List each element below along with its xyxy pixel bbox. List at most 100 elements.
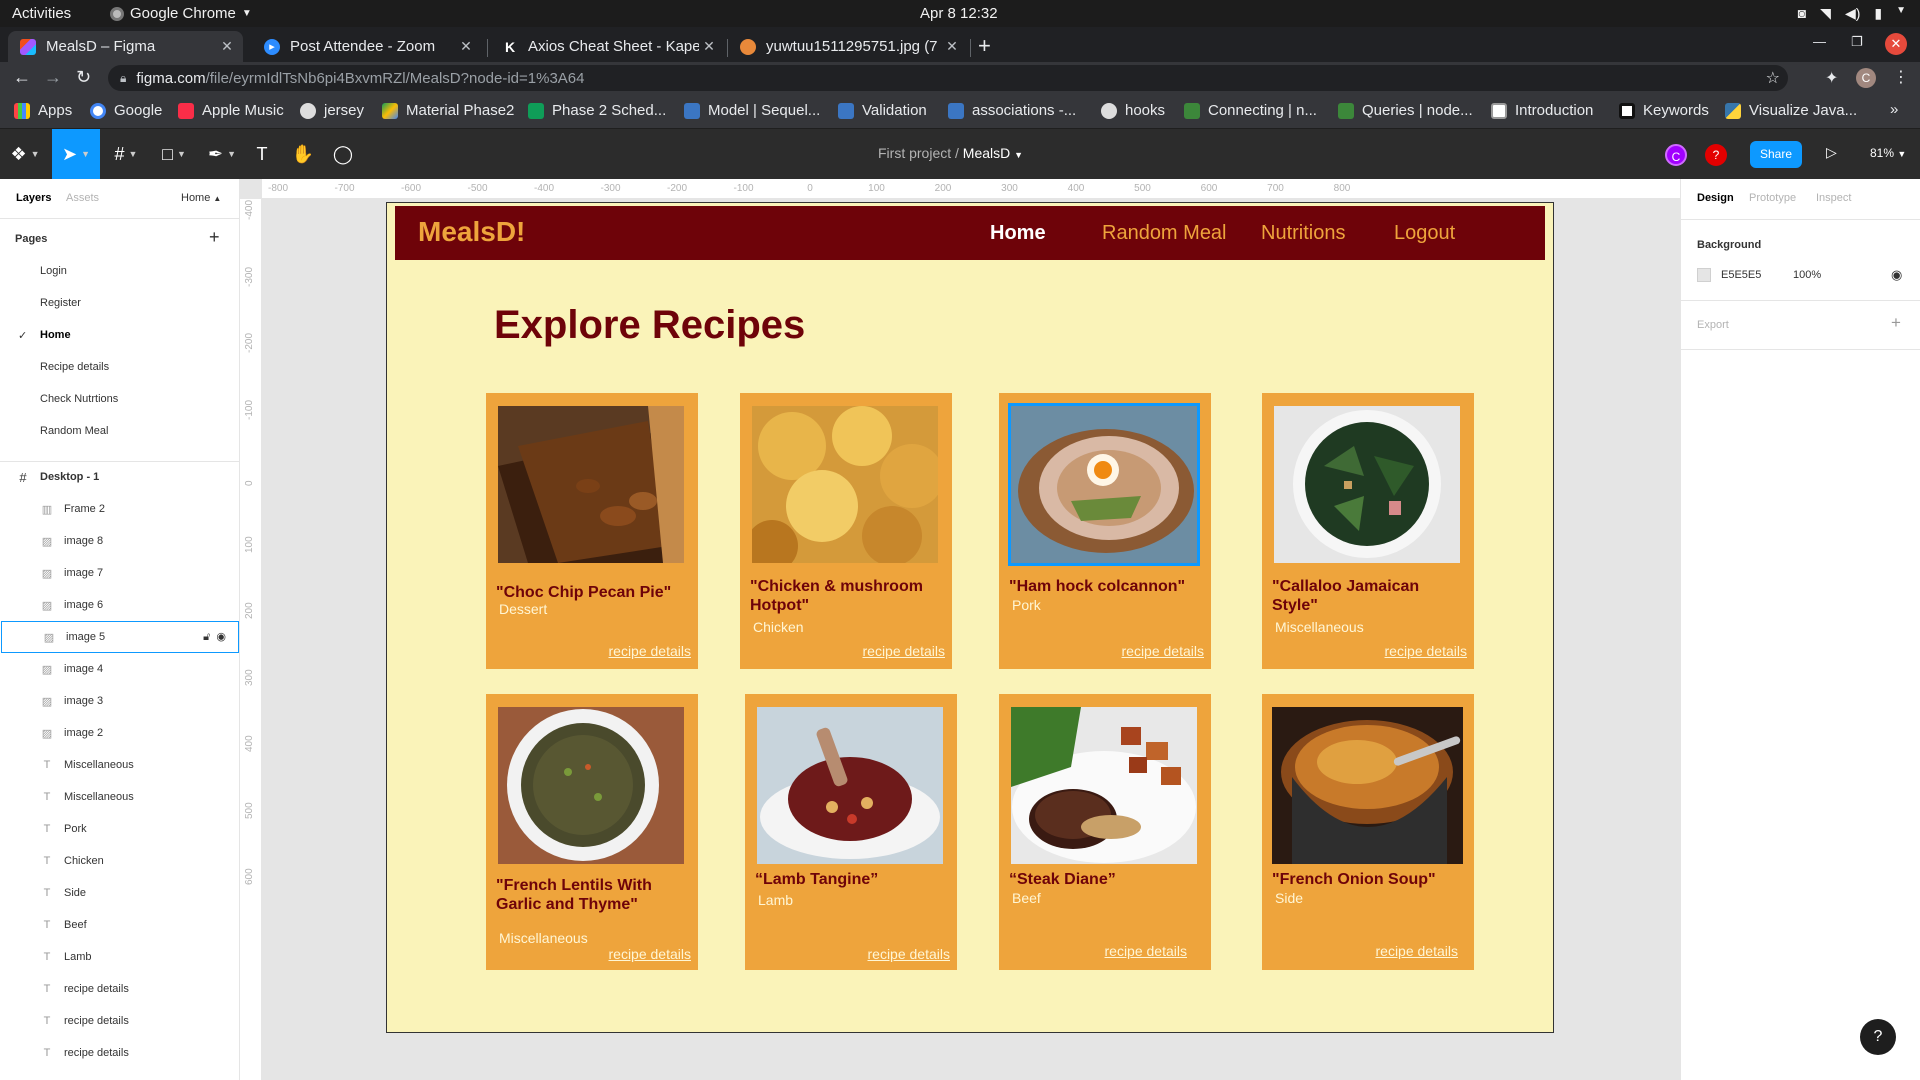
nav-home[interactable]: Home: [990, 222, 1046, 245]
reload-icon[interactable]: ↻: [76, 67, 91, 88]
recipe-card[interactable]: "Choc Chip Pecan Pie" Dessert recipe det…: [486, 393, 698, 669]
new-tab-button[interactable]: +: [978, 33, 991, 59]
system-tray[interactable]: ◙ ◥ ◀) ▮ ▼: [1798, 5, 1906, 22]
chevron-down-icon[interactable]: ▼: [1896, 5, 1906, 22]
chevron-right-icon[interactable]: »: [1890, 101, 1898, 118]
layer-item-selected[interactable]: ▨ image 5 🔓︎ ◉: [1, 621, 239, 653]
close-icon[interactable]: ✕: [699, 38, 719, 55]
page-random-meal[interactable]: Random Meal: [40, 425, 108, 437]
lamb-tagine-image[interactable]: [757, 707, 943, 864]
close-icon[interactable]: ✕: [942, 38, 962, 55]
share-button[interactable]: Share: [1750, 141, 1802, 168]
site-logo[interactable]: MealsD!: [418, 216, 525, 248]
lock-icon[interactable]: 🔒︎: [120, 71, 126, 86]
bookmark-material[interactable]: Material Phase2: [382, 102, 514, 119]
bookmark-visualize[interactable]: Visualize Java...: [1725, 102, 1857, 119]
recipe-details-link[interactable]: recipe details: [1105, 943, 1188, 959]
activities-button[interactable]: Activities: [12, 5, 71, 22]
bookmark-sequelize[interactable]: Model | Sequel...: [684, 102, 820, 119]
recipe-details-link[interactable]: recipe details: [609, 643, 692, 659]
page-home[interactable]: Home: [40, 329, 71, 341]
add-page-icon[interactable]: +: [209, 227, 220, 248]
collaborator-avatar[interactable]: C: [1665, 144, 1687, 166]
bookmark-keywords[interactable]: Keywords: [1619, 102, 1709, 119]
recipe-card[interactable]: "French Lentils With Garlic and Thyme" M…: [486, 694, 698, 970]
file-breadcrumb[interactable]: First project / MealsD ▼: [878, 145, 1023, 161]
pecan-pie-image[interactable]: [498, 406, 684, 563]
recipe-card[interactable]: "Callaloo Jamaican Style" Miscellaneous …: [1262, 393, 1474, 669]
chevron-down-icon[interactable]: ▼: [1014, 150, 1023, 160]
battery-icon[interactable]: ▮: [1874, 5, 1882, 22]
window-close-button[interactable]: ✕: [1885, 33, 1907, 55]
layer-item[interactable]: ▨ image 3: [0, 685, 240, 717]
layer-item[interactable]: T Miscellaneous: [0, 749, 240, 781]
layer-item[interactable]: Trecipe details: [0, 1005, 240, 1037]
callaloo-image[interactable]: [1274, 406, 1460, 563]
tab-inspect[interactable]: Inspect: [1816, 192, 1851, 204]
kebab-menu-icon[interactable]: ⋮: [1893, 67, 1909, 87]
hotpot-image[interactable]: [752, 406, 938, 563]
nav-nutritions[interactable]: Nutritions: [1261, 222, 1345, 245]
recipe-details-link[interactable]: recipe details: [1385, 643, 1468, 659]
page-check-nutrtions[interactable]: Check Nutrtions: [40, 393, 118, 405]
tab-layers[interactable]: Layers: [16, 192, 51, 204]
file-name[interactable]: MealsD: [963, 145, 1010, 161]
lentils-image[interactable]: [498, 707, 684, 864]
star-icon[interactable]: ☆: [1766, 68, 1780, 88]
help-button[interactable]: ?: [1860, 1019, 1896, 1055]
bookmark-phase2[interactable]: Phase 2 Sched...: [528, 102, 666, 119]
layer-item[interactable]: Trecipe details: [0, 973, 240, 1005]
bookmark-apple-music[interactable]: Apple Music: [178, 102, 284, 119]
bookmark-hooks[interactable]: hooks: [1101, 102, 1165, 119]
layer-item[interactable]: ▨ image 2: [0, 717, 240, 749]
recipe-details-link[interactable]: recipe details: [609, 946, 692, 962]
design-canvas[interactable]: -800 -700 -600 -500 -400 -300 -200 -100 0 100 200 3…: [240, 179, 1680, 1080]
discord-icon[interactable]: ◙: [1798, 5, 1806, 22]
tab-assets[interactable]: Assets: [66, 192, 99, 204]
project-name[interactable]: First project: [878, 145, 951, 161]
recipe-card[interactable]: "French Onion Soup" Side recipe details: [1262, 694, 1474, 970]
shape-tool-icon[interactable]: □ ▼: [152, 129, 196, 179]
forward-arrow-icon[interactable]: →: [44, 67, 62, 88]
recipe-details-link[interactable]: recipe details: [863, 643, 946, 659]
lock-icon[interactable]: 🔓︎: [203, 631, 210, 643]
recipe-details-link[interactable]: recipe details: [1122, 643, 1205, 659]
present-play-icon[interactable]: ▷: [1826, 144, 1837, 161]
steak-image[interactable]: [1011, 707, 1197, 864]
tab-image[interactable]: yuwtuu1511295751.jpg (7 ✕: [728, 31, 968, 62]
page-register[interactable]: Register: [40, 297, 81, 309]
close-icon[interactable]: ✕: [456, 38, 476, 55]
frame-tool-icon[interactable]: # ▼: [104, 129, 148, 179]
recipe-card[interactable]: “Lamb Tangine” Lamb recipe details: [745, 694, 957, 970]
back-arrow-icon[interactable]: ←: [13, 67, 31, 88]
comment-tool-icon[interactable]: ◯: [326, 129, 360, 179]
collaborator-avatar[interactable]: ?: [1705, 144, 1727, 166]
wifi-icon[interactable]: ◥: [1820, 5, 1831, 22]
bookmark-introduction[interactable]: Introduction: [1491, 102, 1593, 119]
tab-zoom[interactable]: ▸ Post Attendee - Zoom ✕: [252, 31, 482, 62]
layer-item[interactable]: Trecipe details: [0, 1037, 240, 1069]
minimize-icon[interactable]: —: [1813, 34, 1826, 49]
tab-prototype[interactable]: Prototype: [1749, 192, 1796, 204]
restore-icon[interactable]: ❐: [1851, 34, 1863, 50]
eye-icon[interactable]: ◉: [1891, 267, 1902, 283]
eye-icon[interactable]: ◉: [216, 631, 226, 643]
desktop-frame[interactable]: MealsD! Home Random Meal Nutritions Logo…: [386, 202, 1554, 1033]
layer-item[interactable]: ▨ image 8: [0, 525, 240, 557]
clock[interactable]: Apr 8 12:32: [920, 5, 998, 22]
recipe-card[interactable]: "Chicken & mushroom Hotpot" Chicken reci…: [740, 393, 952, 669]
app-menu[interactable]: Google Chrome ▼: [110, 5, 252, 22]
bookmark-queries[interactable]: Queries | node...: [1338, 102, 1473, 119]
recipe-card[interactable]: "Ham hock colcannon" Pork recipe details: [999, 393, 1211, 669]
background-color-swatch[interactable]: [1697, 268, 1711, 282]
layer-item[interactable]: T Side: [0, 877, 240, 909]
layer-item[interactable]: ▨ image 6: [0, 589, 240, 621]
colcannon-image[interactable]: [1008, 403, 1200, 566]
extensions-icon[interactable]: ✦: [1825, 68, 1838, 88]
pen-tool-icon[interactable]: ✒ ▼: [200, 129, 244, 179]
recipe-details-link[interactable]: recipe details: [868, 946, 951, 962]
profile-avatar[interactable]: C: [1856, 68, 1876, 88]
nav-logout[interactable]: Logout: [1394, 222, 1455, 245]
recipe-details-link[interactable]: recipe details: [1376, 943, 1459, 959]
bookmark-apps[interactable]: Apps: [14, 102, 72, 119]
